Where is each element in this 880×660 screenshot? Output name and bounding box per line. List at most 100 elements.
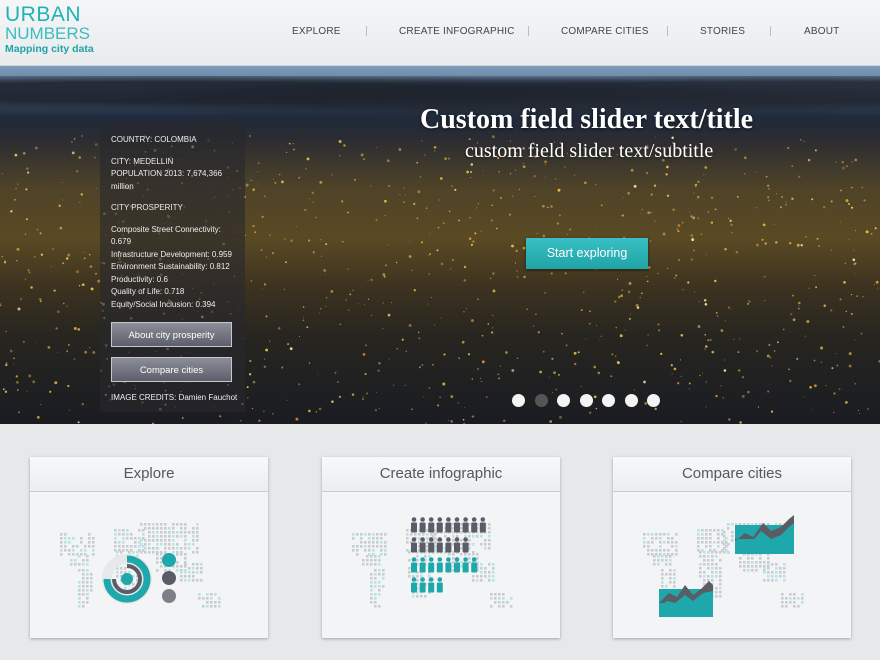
person-icon — [454, 562, 460, 573]
person-icon — [419, 542, 426, 553]
info-metric: Infrastructure Development: 0.959 — [111, 249, 232, 259]
info-city: CITY: MEDELLIN — [111, 156, 174, 166]
person-icon — [454, 522, 460, 533]
nav-separator — [528, 26, 529, 36]
person-icon — [463, 537, 468, 542]
info-prosperity-heading: CITY PROSPERITY — [111, 203, 183, 212]
nav-compare-cities[interactable]: COMPARE CITIES — [561, 26, 649, 37]
person-icon — [428, 522, 435, 533]
person-icon — [445, 542, 452, 553]
start-exploring-button[interactable]: Start exploring — [526, 238, 648, 269]
person-icon — [411, 582, 417, 593]
person-icon — [419, 522, 426, 533]
person-icon — [454, 542, 460, 553]
person-icon — [411, 557, 417, 562]
nav-explore[interactable]: EXPLORE — [292, 26, 341, 37]
compare-infographic — [643, 515, 804, 617]
person-icon — [411, 537, 417, 542]
person-icon — [454, 537, 460, 542]
person-icon — [419, 582, 426, 593]
person-icon — [471, 562, 478, 573]
info-metric: Environment Sustainability: 0.812 — [111, 262, 230, 271]
person-icon — [437, 517, 443, 522]
person-icon — [420, 577, 425, 582]
slider-dot[interactable] — [557, 394, 570, 407]
people-infographic — [352, 517, 513, 608]
person-icon — [446, 557, 451, 562]
person-icon — [454, 557, 460, 562]
explore-card-title: Explore — [30, 457, 268, 492]
nav-separator — [770, 26, 771, 36]
slider-dot[interactable] — [512, 394, 525, 407]
slider-dot[interactable] — [579, 394, 593, 407]
area-chart-icon — [659, 515, 794, 617]
slider-dot[interactable] — [624, 394, 638, 407]
info-metric: Quality of Life: 0.718 — [111, 287, 185, 296]
site-header: URBAN NUMBERS Mapping city data EXPLORE … — [0, 0, 880, 66]
person-icon — [428, 537, 434, 542]
slider-dot[interactable] — [647, 394, 660, 407]
nav-about[interactable]: ABOUT — [804, 26, 839, 37]
hero-slider: COUNTRY: COLOMBIA CITY: MEDELLIN POPULAT… — [0, 66, 880, 424]
person-icon — [411, 522, 417, 533]
compare-cities-card-title: Compare cities — [613, 457, 851, 492]
create-infographic-card[interactable]: Create infographic — [322, 457, 560, 638]
person-icon — [437, 577, 443, 582]
person-icon — [436, 542, 443, 553]
person-icon — [463, 517, 468, 522]
compare-cities-card[interactable]: Compare cities — [613, 457, 851, 638]
nav-separator — [366, 26, 367, 36]
info-country: COUNTRY: COLOMBIA — [111, 135, 197, 144]
person-icon — [471, 517, 477, 522]
nav-separator — [667, 26, 668, 36]
person-icon — [411, 542, 417, 553]
person-icon — [479, 522, 486, 533]
person-icon — [420, 517, 425, 522]
donut-chart-icon — [102, 553, 176, 604]
person-icon — [480, 517, 486, 522]
person-icon — [445, 522, 452, 533]
person-icon — [436, 582, 443, 593]
info-metric: Equity/Social Inclusion: 0.394 — [111, 299, 216, 309]
person-icon — [428, 557, 434, 562]
explore-infographic — [60, 523, 221, 608]
create-infographic-card-title: Create infographic — [322, 457, 560, 492]
person-icon — [420, 557, 425, 562]
person-icon — [471, 557, 477, 562]
main-nav: EXPLORE CREATE INFOGRAPHIC COMPARE CITIE… — [0, 26, 880, 40]
person-icon — [420, 537, 425, 542]
person-icon — [428, 517, 434, 522]
image-credits: IMAGE CREDITS: Damien Fauchot — [111, 393, 238, 402]
person-icon — [411, 517, 417, 522]
person-icon — [436, 562, 443, 573]
person-icon — [419, 562, 426, 573]
nav-stories[interactable]: STORIES — [700, 26, 745, 37]
slider-title: Custom field slider text/title — [420, 104, 754, 135]
person-icon — [463, 557, 468, 562]
person-icon — [446, 517, 451, 522]
about-city-prosperity-button[interactable]: About city prosperity — [111, 322, 232, 347]
info-population: POPULATION 2013: 7,674,366 million — [111, 169, 223, 191]
person-icon — [437, 557, 443, 562]
person-icon — [471, 522, 478, 533]
logo-tagline: Mapping city data — [5, 43, 94, 55]
person-icon — [411, 562, 417, 573]
compare-cities-button[interactable]: Compare cities — [111, 357, 232, 382]
person-icon — [428, 562, 435, 573]
info-metric: Composite Street Connectivity: 0.679 — [111, 224, 221, 247]
person-icon — [437, 537, 443, 542]
slider-dot[interactable] — [602, 394, 615, 407]
slider-dot[interactable] — [534, 394, 548, 407]
person-icon — [428, 582, 435, 593]
city-info-panel: COUNTRY: COLOMBIA CITY: MEDELLIN POPULAT… — [100, 122, 245, 412]
person-icon — [436, 522, 443, 533]
explore-card[interactable]: Explore — [30, 457, 268, 638]
person-icon — [411, 577, 417, 582]
nav-create-infographic[interactable]: CREATE INFOGRAPHIC — [399, 26, 515, 37]
person-icon — [445, 562, 452, 573]
slider-subtitle: custom field slider text/subtitle — [465, 140, 714, 162]
info-metric: Productivity: 0.6 — [111, 274, 168, 284]
person-icon — [462, 542, 469, 553]
logo-line-1: URBAN — [5, 3, 82, 26]
person-icon — [454, 517, 460, 522]
